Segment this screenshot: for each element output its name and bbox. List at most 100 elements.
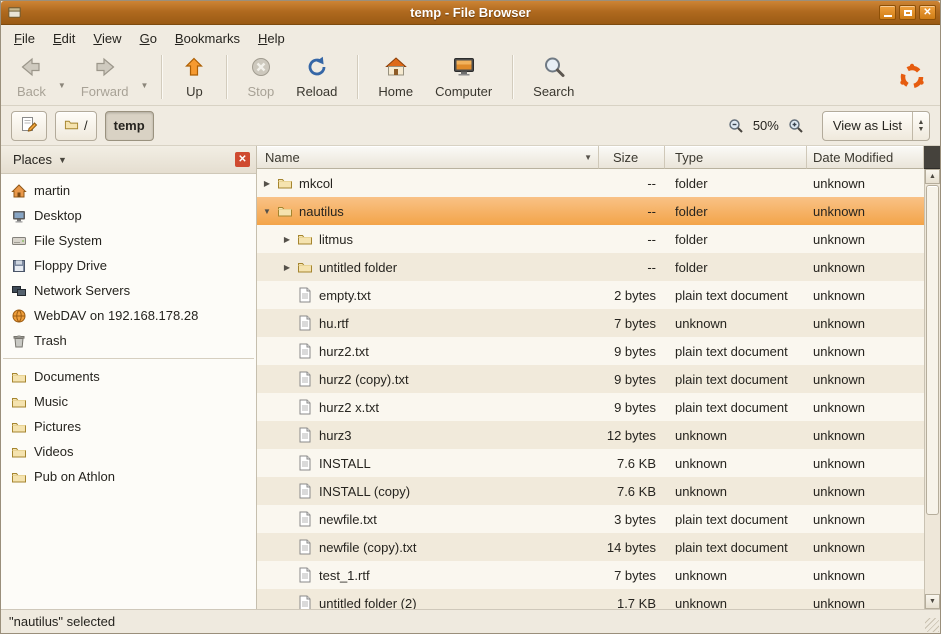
- maximize-button[interactable]: [899, 5, 916, 20]
- name-cell: INSTALL (copy): [257, 483, 599, 499]
- table-row[interactable]: ▶untitled folder--folderunknown: [257, 253, 924, 281]
- table-row[interactable]: INSTALL7.6 KBunknownunknown: [257, 449, 924, 477]
- file-date-modified: unknown: [807, 260, 924, 275]
- home-button[interactable]: Home: [368, 51, 423, 103]
- expand-expander-icon[interactable]: ▶: [280, 263, 294, 272]
- forward-button[interactable]: Forward: [71, 51, 139, 103]
- column-header-date-modified[interactable]: Date Modified: [807, 146, 924, 169]
- menu-edit[interactable]: Edit: [44, 25, 84, 51]
- sidebar-item-label: martin: [34, 183, 70, 198]
- sidebar-item-music[interactable]: Music: [1, 389, 256, 414]
- file-name: hurz2 (copy).txt: [319, 372, 409, 387]
- sidebar-item-file-system[interactable]: File System: [1, 228, 256, 253]
- sidebar-item-pictures[interactable]: Pictures: [1, 414, 256, 439]
- back-icon: [19, 55, 43, 82]
- sidebar-item-videos[interactable]: Videos: [1, 439, 256, 464]
- zoom-controls: 50%: [728, 118, 804, 134]
- menu-view[interactable]: View: [84, 25, 130, 51]
- table-row[interactable]: untitled folder (2)1.7 KBunknownunknown: [257, 589, 924, 609]
- table-row[interactable]: hurz2 (copy).txt9 bytesplain text docume…: [257, 365, 924, 393]
- zoom-level-label: 50%: [753, 118, 779, 133]
- places-selector-button[interactable]: Places ▼: [5, 149, 75, 170]
- folder-icon: [297, 259, 313, 275]
- sidebar-item-documents[interactable]: Documents: [1, 364, 256, 389]
- table-row[interactable]: empty.txt2 bytesplain text documentunkno…: [257, 281, 924, 309]
- name-cell: hurz2 x.txt: [257, 399, 599, 415]
- stop-button[interactable]: Stop: [237, 51, 284, 103]
- home-icon: [11, 183, 27, 199]
- file-list-pane: Name ▼ Size Type Date Modified ▶mkcol--f…: [257, 146, 940, 609]
- table-row[interactable]: newfile (copy).txt14 bytesplain text doc…: [257, 533, 924, 561]
- computer-button[interactable]: Computer: [425, 51, 502, 103]
- forward-dropdown-icon[interactable]: ▼: [141, 65, 152, 90]
- chevron-down-icon: ▼: [58, 155, 67, 165]
- minimize-button[interactable]: [879, 5, 896, 20]
- zoom-in-icon[interactable]: [788, 118, 804, 134]
- column-header-size[interactable]: Size: [599, 146, 665, 169]
- file-name: litmus: [319, 232, 353, 247]
- path-current-label: temp: [114, 118, 145, 133]
- sidebar-item-floppy-drive[interactable]: Floppy Drive: [1, 253, 256, 278]
- search-button[interactable]: Search: [523, 51, 584, 103]
- table-row[interactable]: ▶mkcol--folderunknown: [257, 169, 924, 197]
- file-size: --: [599, 232, 665, 247]
- name-cell: hu.rtf: [257, 315, 599, 331]
- back-dropdown-icon[interactable]: ▼: [58, 65, 69, 90]
- column-header-name[interactable]: Name ▼: [257, 146, 599, 169]
- sidebar-item-network-servers[interactable]: Network Servers: [1, 278, 256, 303]
- sidebar-item-trash[interactable]: Trash: [1, 328, 256, 353]
- up-button[interactable]: Up: [172, 51, 216, 103]
- sidebar-item-webdav-on-192-168-178-28[interactable]: WebDAV on 192.168.178.28: [1, 303, 256, 328]
- menu-bookmarks[interactable]: Bookmarks: [166, 25, 249, 51]
- table-row[interactable]: test_1.rtf7 bytesunknownunknown: [257, 561, 924, 589]
- table-row[interactable]: ▶litmus--folderunknown: [257, 225, 924, 253]
- reload-button[interactable]: Reload: [286, 51, 347, 103]
- column-header-type[interactable]: Type: [665, 146, 807, 169]
- table-row[interactable]: hurz2.txt9 bytesplain text documentunkno…: [257, 337, 924, 365]
- file-name: hu.rtf: [319, 316, 349, 331]
- file-type: unknown: [665, 568, 807, 583]
- table-row[interactable]: INSTALL (copy)7.6 KBunknownunknown: [257, 477, 924, 505]
- toggle-location-entry-button[interactable]: [11, 111, 47, 141]
- path-button-current[interactable]: temp: [105, 111, 154, 141]
- back-button[interactable]: Back: [7, 51, 56, 103]
- file-size: 7.6 KB: [599, 456, 665, 471]
- table-row[interactable]: ▼nautilus--folderunknown: [257, 197, 924, 225]
- vertical-scrollbar[interactable]: ▲ ▼: [924, 169, 940, 609]
- view-mode-dropdown[interactable]: View as List ▲▼: [822, 111, 930, 141]
- sidebar-item-label: File System: [34, 233, 102, 248]
- location-bar: / temp 50% View as List ▲▼: [1, 106, 940, 146]
- table-row[interactable]: hurz312 bytesunknownunknown: [257, 421, 924, 449]
- view-mode-label: View as List: [823, 118, 912, 133]
- path-button-root[interactable]: /: [55, 111, 97, 141]
- titlebar: temp - File Browser ✕: [1, 1, 940, 25]
- scroll-up-icon[interactable]: ▲: [925, 169, 940, 184]
- expand-expander-icon[interactable]: ▶: [260, 179, 274, 188]
- toolbar-separator: [161, 55, 162, 99]
- file-name: untitled folder: [319, 260, 397, 275]
- menu-file[interactable]: File: [5, 25, 44, 51]
- sidebar-item-martin[interactable]: martin: [1, 178, 256, 203]
- close-button[interactable]: ✕: [919, 5, 936, 20]
- folder-icon: [11, 394, 27, 410]
- menu-go[interactable]: Go: [131, 25, 166, 51]
- resize-grip[interactable]: [925, 618, 939, 632]
- file-date-modified: unknown: [807, 316, 924, 331]
- collapse-expander-icon[interactable]: ▼: [260, 207, 274, 216]
- table-row[interactable]: newfile.txt3 bytesplain text documentunk…: [257, 505, 924, 533]
- table-row[interactable]: hurz2 x.txt9 bytesplain text documentunk…: [257, 393, 924, 421]
- scroll-down-icon[interactable]: ▼: [925, 594, 940, 609]
- file-type: plain text document: [665, 288, 807, 303]
- sidebar-close-button[interactable]: ✕: [235, 152, 250, 167]
- table-row[interactable]: hu.rtf7 bytesunknownunknown: [257, 309, 924, 337]
- floppy-icon: [11, 258, 27, 274]
- scrollbar-thumb[interactable]: [926, 185, 939, 515]
- file-type: unknown: [665, 484, 807, 499]
- folder-icon: [11, 369, 27, 385]
- folder-icon: [277, 175, 293, 191]
- menu-help[interactable]: Help: [249, 25, 294, 51]
- sidebar-item-pub-on-athlon[interactable]: Pub on Athlon: [1, 464, 256, 489]
- zoom-out-icon[interactable]: [728, 118, 744, 134]
- sidebar-item-desktop[interactable]: Desktop: [1, 203, 256, 228]
- expand-expander-icon[interactable]: ▶: [280, 235, 294, 244]
